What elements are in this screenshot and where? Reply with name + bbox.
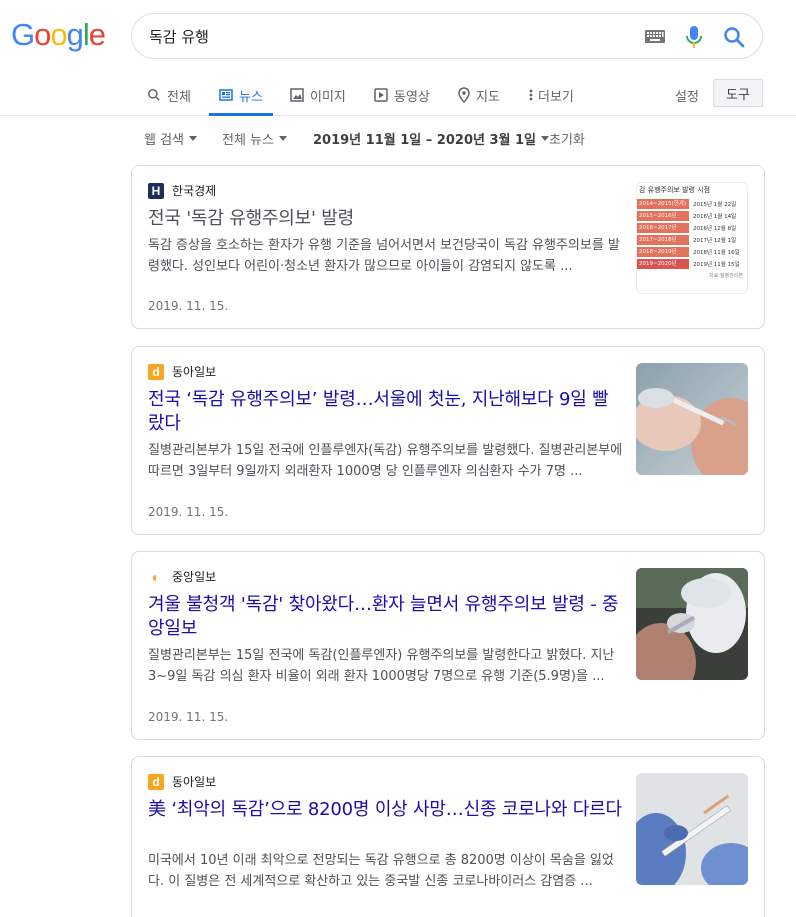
search-tabs: 전체 뉴스 이미지 동영상 지도 더보기 설정 도구 — [0, 75, 796, 116]
map-pin-icon — [458, 87, 470, 103]
tab-label: 더보기 — [538, 89, 574, 105]
source-logo: H — [148, 182, 164, 199]
tab-videos[interactable]: 동영상 — [374, 75, 430, 115]
syringe-photo — [636, 773, 748, 885]
logo-letter: G — [11, 17, 35, 52]
settings-link[interactable]: 설정 — [675, 75, 699, 115]
source-name: 동아일보 — [172, 365, 217, 379]
logo-letter: o — [34, 17, 51, 52]
news-source[interactable]: d 동아일보 — [148, 773, 216, 790]
search-filters: 웹 검색 전체 뉴스 2019년 11월 1일 – 2020년 3월 1일 초기… — [0, 124, 796, 152]
news-icon — [219, 89, 233, 101]
search-input[interactable] — [149, 24, 629, 48]
reset-filter-link[interactable]: 초기화 — [549, 124, 585, 152]
filter-label: 웹 검색 — [144, 132, 185, 148]
source-logo: d — [148, 773, 164, 790]
result-date: 2019. 11. 15. — [148, 710, 229, 724]
date-range-dropdown[interactable]: 2019년 11월 1일 – 2020년 3월 1일 — [313, 124, 550, 152]
result-thumbnail[interactable] — [636, 773, 748, 885]
news-result-card[interactable]: ◐ 중앙일보 겨울 불청객 '독감' 찾아왔다…환자 늘면서 유행주의보 발령 … — [131, 551, 765, 740]
thumbnail-footer: 자료:질병관리본 — [709, 273, 743, 279]
thumbnail-cell: 2016~2017년 — [637, 222, 689, 233]
result-date: 2019. 11. 15. — [148, 505, 229, 519]
logo-letter: e — [88, 17, 106, 52]
injection-photo — [636, 363, 748, 475]
tab-maps[interactable]: 지도 — [458, 75, 500, 115]
result-title[interactable]: 전국 ‘독감 유행주의보’ 발령…서울에 첫눈, 지난해보다 9일 빨랐다 — [148, 388, 624, 436]
source-name: 한국경제 — [172, 184, 217, 198]
result-title[interactable]: 美 ‘최악의 독감’으로 8200명 이상 사망…신종 코로나와 다르다 — [148, 798, 624, 822]
microphone-icon[interactable] — [685, 25, 703, 49]
tab-label: 이미지 — [310, 89, 346, 105]
news-source[interactable]: H 한국경제 — [148, 182, 216, 199]
more-vert-icon — [529, 89, 533, 101]
source-name: 중앙일보 — [172, 570, 217, 584]
search-icon[interactable] — [722, 25, 746, 49]
tab-all[interactable]: 전체 — [147, 75, 191, 115]
tab-images[interactable]: 이미지 — [290, 75, 346, 115]
source-logo: ◐ — [151, 568, 161, 585]
tools-button[interactable]: 도구 — [713, 79, 763, 107]
filter-label: 2019년 11월 1일 – 2020년 3월 1일 — [313, 132, 537, 148]
tab-label: 전체 — [167, 89, 191, 105]
keyboard-icon[interactable] — [645, 30, 665, 43]
vaccination-photo — [636, 568, 748, 680]
news-result-card[interactable]: d 동아일보 전국 ‘독감 유행주의보’ 발령…서울에 첫눈, 지난해보다 9일… — [131, 346, 765, 535]
result-thumbnail[interactable]: 감 유행주의보 발령 시점 2014~2015(한겨) 2015년 1월 22일 … — [636, 182, 748, 294]
all-news-dropdown[interactable]: 전체 뉴스 — [222, 124, 287, 152]
thumbnail-cell: 2016년 12월 8일 — [693, 225, 737, 232]
tab-label: 뉴스 — [239, 89, 263, 105]
web-search-dropdown[interactable]: 웹 검색 — [144, 124, 198, 152]
chevron-down-icon — [278, 135, 287, 141]
thumbnail-cell: 2019년 11월 15일 — [693, 261, 740, 268]
filter-label: 전체 뉴스 — [222, 132, 274, 148]
thumbnail-cell: 2015~2016년 — [637, 210, 689, 221]
news-result-card[interactable]: H 한국경제 전국 '독감 유행주의보' 발령 독감 증상을 호소하는 환자가 … — [131, 165, 765, 329]
news-source[interactable]: d 동아일보 — [148, 363, 216, 380]
result-title[interactable]: 겨울 불청객 '독감' 찾아왔다…환자 늘면서 유행주의보 발령 - 중앙일보 — [148, 593, 624, 641]
result-snippet: 독감 증상을 호소하는 환자가 유행 기준을 넘어서면서 보건당국이 독감 유행… — [148, 238, 620, 274]
logo-letter: g — [66, 17, 84, 52]
tab-more[interactable]: 더보기 — [528, 75, 574, 115]
chevron-down-icon — [541, 135, 550, 141]
thumbnail-cell: 2016년 1월 14일 — [693, 213, 737, 220]
source-logo: d — [148, 363, 164, 380]
thumbnail-cell: 2014~2015(한겨) — [637, 198, 689, 209]
thumbnail-title: 감 유행주의보 발령 시점 — [639, 186, 711, 194]
video-icon — [374, 88, 388, 102]
result-date: 2019. 11. 15. — [148, 299, 229, 313]
tab-news[interactable]: 뉴스 — [209, 75, 273, 116]
logo-letter: o — [50, 17, 67, 52]
result-thumbnail[interactable] — [636, 568, 748, 680]
tab-label: 지도 — [476, 89, 500, 105]
search-icon — [148, 89, 160, 101]
source-name: 동아일보 — [172, 775, 217, 789]
thumbnail-cell: 2019~2020년 — [637, 258, 689, 269]
news-result-card[interactable]: d 동아일보 美 ‘최악의 독감’으로 8200명 이상 사망…신종 코로나와 … — [131, 756, 765, 917]
google-logo[interactable]: Google — [11, 17, 106, 52]
result-thumbnail[interactable] — [636, 363, 748, 475]
search-box[interactable] — [131, 13, 763, 59]
thumbnail-cell: 2018년 11월 16일 — [693, 249, 740, 256]
result-title[interactable]: 전국 '독감 유행주의보' 발령 — [148, 207, 624, 231]
result-snippet: 질병관리본부는 15일 전국에 독감(인플루엔자) 유행주의보를 발령한다고 밝… — [148, 648, 615, 684]
news-source[interactable]: ◐ 중앙일보 — [148, 568, 216, 585]
image-icon — [290, 88, 304, 102]
thumbnail-cell: 2015년 1월 22일 — [693, 201, 737, 208]
thumbnail-cell: 2017~2018년 — [637, 234, 689, 245]
thumbnail-cell: 2018~2019년 — [637, 246, 689, 257]
result-snippet: 미국에서 10년 이래 최악으로 전망되는 독감 유행으로 총 8200명 이상… — [148, 853, 614, 889]
thumbnail-cell: 2017년 12월 1일 — [693, 237, 737, 244]
chevron-down-icon — [189, 135, 198, 141]
result-snippet: 질병관리본부가 15일 전국에 인플루엔자(독감) 유행주의보를 발령했다. 질… — [148, 443, 623, 479]
tab-label: 동영상 — [394, 89, 430, 105]
